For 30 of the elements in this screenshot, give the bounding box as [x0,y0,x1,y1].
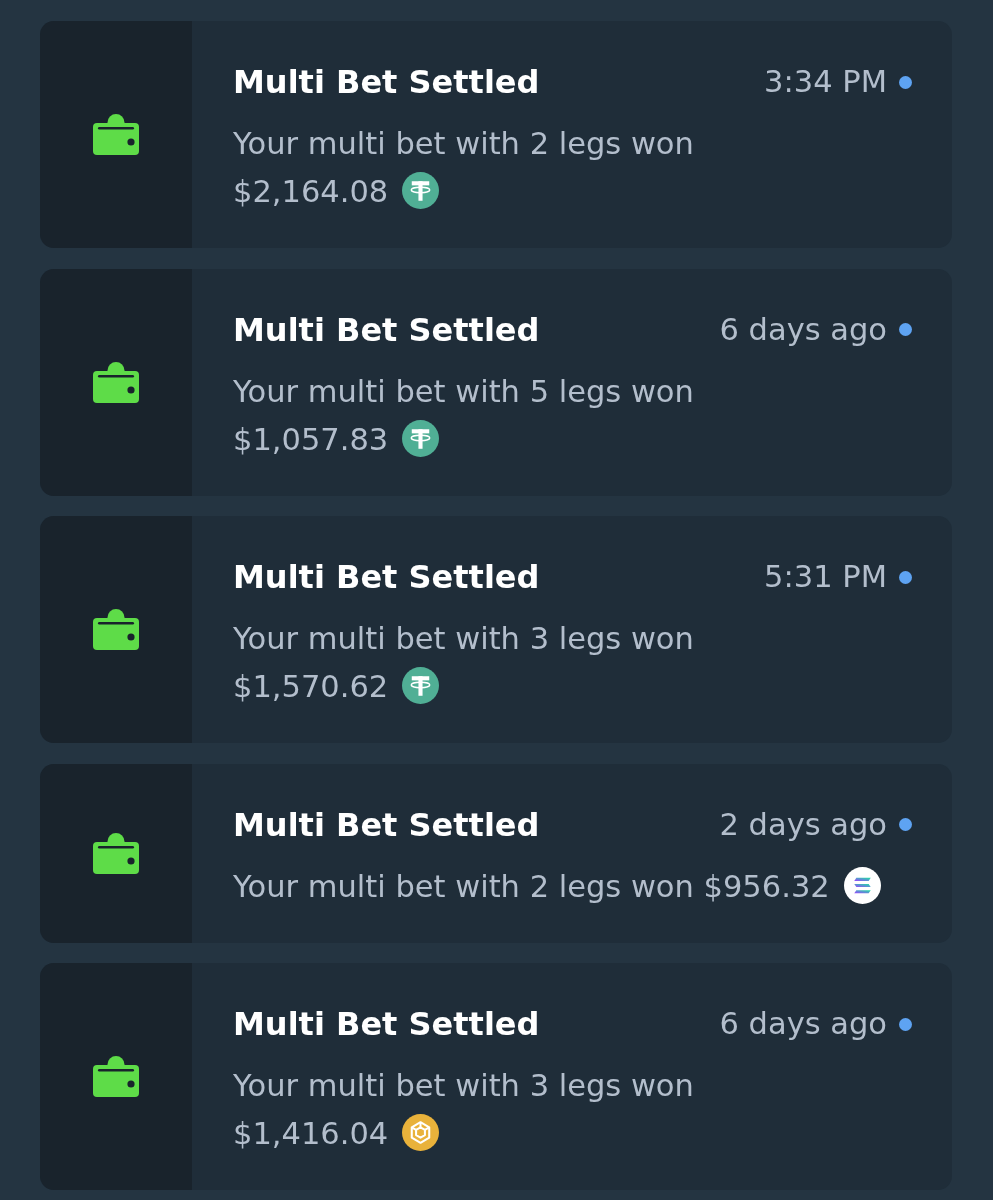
notification-time: 5:31 PM [764,558,887,596]
notification-title: Multi Bet Settled [233,309,540,350]
notification-message: Your multi bet with 2 legs won [233,868,694,904]
wallet-icon [93,832,139,874]
wallet-icon [93,609,139,650]
notification-card[interactable]: Multi Bet Settled 2 days ago Your multi bet with 2 legs won $956.32 [40,763,952,943]
notification-card[interactable]: Multi Bet Settled 6 days ago Your multi bet with 3 legs won $1,416.04 [40,963,952,1190]
notification-message: Your multi bet with 3 legs won [233,1068,694,1103]
notification-time: 3:34 PM [764,63,887,101]
notification-time: 2 days ago [719,805,887,844]
notification-message: Your multi bet with 5 legs won [233,373,694,409]
notification-time: 6 days ago [719,1005,887,1043]
notification-message: Your multi bet with 2 legs won [233,126,694,161]
wallet-icon [93,361,139,403]
notification-title: Multi Bet Settled [233,804,540,845]
notification-time: 6 days ago [719,310,887,349]
win-amount: $1,416.04 [233,1116,389,1151]
notification-card[interactable]: Multi Bet Settled 5:31 PM Your multi bet with 3 legs won $1,570.62 [40,516,952,743]
win-amount: $956.32 [703,868,830,904]
wallet-icon [93,114,139,155]
wallet-icon [93,1056,139,1097]
notification-title: Multi Bet Settled [233,62,540,102]
notification-title: Multi Bet Settled [233,1004,540,1044]
notification-card[interactable]: Multi Bet Settled 6 days ago Your multi bet with 5 legs won $1,057.83 [40,268,952,496]
notification-card[interactable]: Multi Bet Settled 3:34 PM Your multi bet with 2 legs won $2,164.08 [40,21,952,248]
notification-message: Your multi bet with 3 legs won [233,621,694,656]
win-amount: $1,570.62 [233,669,389,704]
win-amount: $1,057.83 [233,421,389,457]
win-amount: $2,164.08 [233,174,389,209]
notification-title: Multi Bet Settled [233,557,540,597]
